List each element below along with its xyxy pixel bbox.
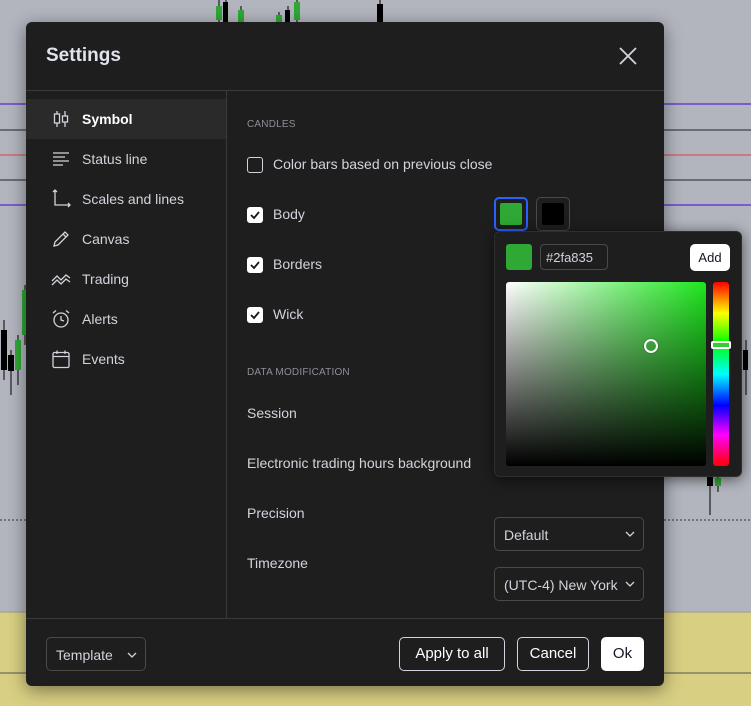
candle (8, 355, 14, 371)
close-button[interactable] (616, 44, 640, 68)
calendar-icon (51, 349, 71, 369)
candle (216, 6, 222, 20)
chevron-down-icon (625, 531, 635, 537)
sidebar-item-label: Canvas (82, 231, 130, 247)
candle (1, 330, 7, 370)
chevron-down-icon (625, 581, 635, 587)
precision-value: Default (504, 527, 549, 543)
apply-to-all-button[interactable]: Apply to all (399, 637, 505, 671)
checkmark-icon (250, 211, 260, 220)
eth-background-label: Electronic trading hours background (247, 455, 472, 471)
sidebar-item-label: Events (82, 351, 125, 367)
chevron-down-icon (127, 652, 137, 658)
body-down-color-swatch (542, 203, 564, 225)
wick-label: Wick (273, 306, 304, 322)
pencil-icon (51, 229, 71, 249)
borders-label: Borders (273, 256, 323, 272)
section-title-data-modification: DATA MODIFICATION (247, 367, 350, 378)
ok-button[interactable]: Ok (601, 637, 644, 671)
body-label: Body (273, 206, 305, 222)
borders-checkbox[interactable] (247, 257, 263, 273)
cancel-button[interactable]: Cancel (517, 637, 589, 671)
settings-sidebar: Symbol Status line Scales and lines Canv… (26, 91, 227, 618)
candle (15, 340, 21, 370)
candle (238, 10, 244, 22)
color-picker-popup: Add (494, 231, 742, 477)
dialog-header: Settings (26, 22, 664, 91)
candle (276, 15, 282, 22)
precision-label: Precision (247, 505, 305, 521)
hue-slider-handle[interactable] (711, 341, 731, 349)
color-bars-checkbox[interactable] (247, 157, 263, 173)
checkmark-icon (250, 311, 260, 320)
session-label: Session (247, 405, 297, 421)
candle (294, 2, 300, 20)
sidebar-item-label: Trading (82, 271, 129, 287)
sidebar-item-symbol[interactable]: Symbol (26, 99, 226, 139)
candle (285, 10, 290, 22)
template-dropdown[interactable]: Template (46, 637, 146, 671)
sidebar-item-alerts[interactable]: Alerts (26, 299, 226, 339)
section-title-candles: CANDLES (247, 119, 296, 130)
candle (377, 4, 383, 22)
body-up-color-button[interactable] (494, 197, 528, 231)
current-color-swatch (506, 244, 532, 270)
color-bars-label: Color bars based on previous close (273, 156, 493, 172)
color-cursor[interactable] (644, 339, 658, 353)
sidebar-item-status-line[interactable]: Status line (26, 139, 226, 179)
scales-icon (51, 189, 71, 209)
sidebar-item-scales-and-lines[interactable]: Scales and lines (26, 179, 226, 219)
body-down-color-button[interactable] (536, 197, 570, 231)
body-up-color-swatch (500, 203, 522, 225)
dialog-title: Settings (46, 45, 121, 66)
sidebar-item-label: Symbol (82, 111, 133, 127)
timezone-select[interactable]: (UTC-4) New York (494, 567, 644, 601)
candle (223, 2, 228, 22)
sidebar-item-label: Scales and lines (82, 191, 184, 207)
timezone-label: Timezone (247, 555, 308, 571)
body-checkbox[interactable] (247, 207, 263, 223)
sidebar-item-label: Status line (82, 151, 148, 167)
template-label: Template (56, 647, 113, 663)
timezone-value: (UTC-4) New York (504, 577, 618, 593)
wick-checkbox[interactable] (247, 307, 263, 323)
candle (707, 476, 713, 486)
alarm-clock-icon (51, 309, 71, 329)
dialog-footer: Template Apply to all Cancel Ok (26, 618, 664, 686)
sidebar-item-trading[interactable]: Trading (26, 259, 226, 299)
add-color-button[interactable]: Add (690, 244, 730, 271)
saturation-value-area[interactable] (506, 282, 706, 466)
candle (715, 478, 721, 486)
trading-icon (51, 269, 71, 289)
sidebar-item-events[interactable]: Events (26, 339, 226, 379)
sidebar-item-label: Alerts (82, 311, 118, 327)
hue-slider[interactable] (713, 282, 729, 466)
sidebar-item-canvas[interactable]: Canvas (26, 219, 226, 259)
precision-select[interactable]: Default (494, 517, 644, 551)
hex-color-input[interactable] (540, 244, 608, 270)
status-line-icon (51, 149, 71, 169)
close-icon[interactable] (616, 44, 640, 68)
checkmark-icon (250, 261, 260, 270)
candle (743, 350, 748, 370)
candlestick-icon (51, 109, 71, 129)
